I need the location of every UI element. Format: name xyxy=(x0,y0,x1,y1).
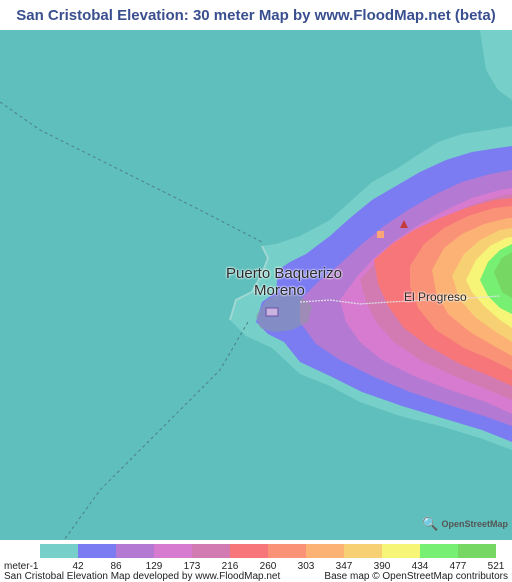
legend-swatch xyxy=(116,544,154,558)
legend-swatch xyxy=(382,544,420,558)
legend-swatch xyxy=(192,544,230,558)
osm-logo: 🔍 OpenStreetMap xyxy=(422,516,508,532)
legend-swatch xyxy=(230,544,268,558)
legend-swatch xyxy=(420,544,458,558)
legend-swatch xyxy=(154,544,192,558)
harbor-marker xyxy=(265,307,279,317)
footer-credit: San Cristobal Elevation Map developed by… xyxy=(4,571,281,582)
legend-swatch xyxy=(40,544,78,558)
town-label-line1: Puerto Baquerizo xyxy=(226,265,342,282)
legend: 🔍 OpenStreetMap meter-1 42 86 129 173 216 260… xyxy=(0,516,512,582)
footer-basemap-credit: Base map © OpenStreetMap contributors xyxy=(324,571,508,582)
elevation-map[interactable]: Puerto Baquerizo Moreno El Progreso xyxy=(0,30,512,540)
highland-spot xyxy=(377,231,384,238)
legend-color-bar xyxy=(40,544,496,558)
title-bar: San Cristobal Elevation: 30 meter Map by… xyxy=(0,0,512,30)
osm-logo-text: OpenStreetMap xyxy=(441,519,508,529)
map-title: San Cristobal Elevation: 30 meter Map by… xyxy=(16,6,496,24)
magnifier-icon: 🔍 xyxy=(422,516,439,531)
legend-swatch xyxy=(78,544,116,558)
legend-swatch xyxy=(306,544,344,558)
legend-tick-label: 303 xyxy=(297,561,315,572)
legend-swatch xyxy=(268,544,306,558)
legend-swatch xyxy=(344,544,382,558)
village-label: El Progreso xyxy=(404,290,467,304)
town-label-line2: Moreno xyxy=(254,282,305,299)
legend-swatch xyxy=(458,544,496,558)
